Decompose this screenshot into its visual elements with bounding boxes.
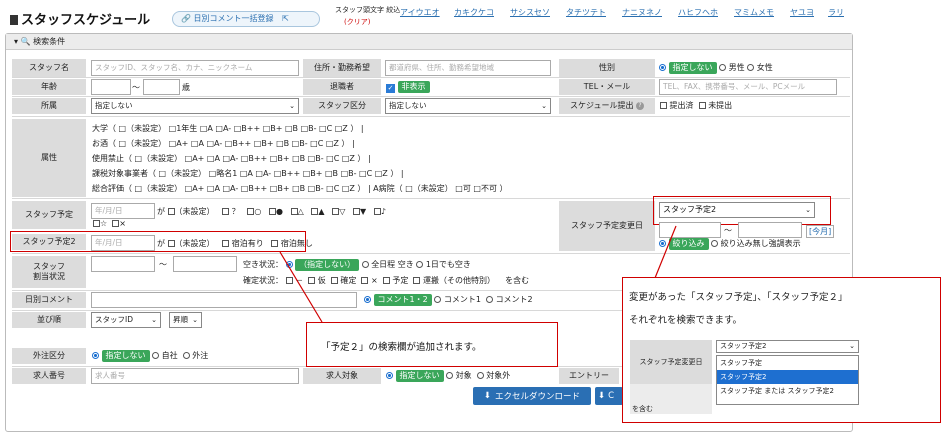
callout1-connector xyxy=(279,251,323,323)
callout-plan2-added: 「予定２」の検索欄が追加されます。 xyxy=(306,322,558,367)
chevron-down-icon: ⌄ xyxy=(849,342,855,350)
inset-select[interactable]: スタッフ予定2 ⌄ xyxy=(716,340,859,353)
dropdown-option-selected[interactable]: スタッフ予定2 xyxy=(717,370,858,384)
inset-hidden-text: を含む xyxy=(632,405,653,413)
inset-dropdown-list: スタッフ予定 スタッフ予定2 スタッフ予定 または スタッフ予定2 xyxy=(716,355,859,405)
callout2-connector xyxy=(654,225,677,279)
dropdown-option[interactable]: スタッフ予定 xyxy=(717,356,858,370)
callout2-line2: それぞれを検索できます。 xyxy=(629,315,743,326)
callout2-line1: 変更があった「スタッフ予定」、「スタッフ予定２」 xyxy=(629,292,848,303)
dropdown-option[interactable]: スタッフ予定 または スタッフ予定2 xyxy=(717,384,858,398)
inset-label: スタッフ予定変更日 xyxy=(630,340,712,384)
app-window: スタッフスケジュール 🔗 日別コメント一括登録 ⇱ スタッフ頭文字 絞込 (クリ… xyxy=(0,0,943,432)
